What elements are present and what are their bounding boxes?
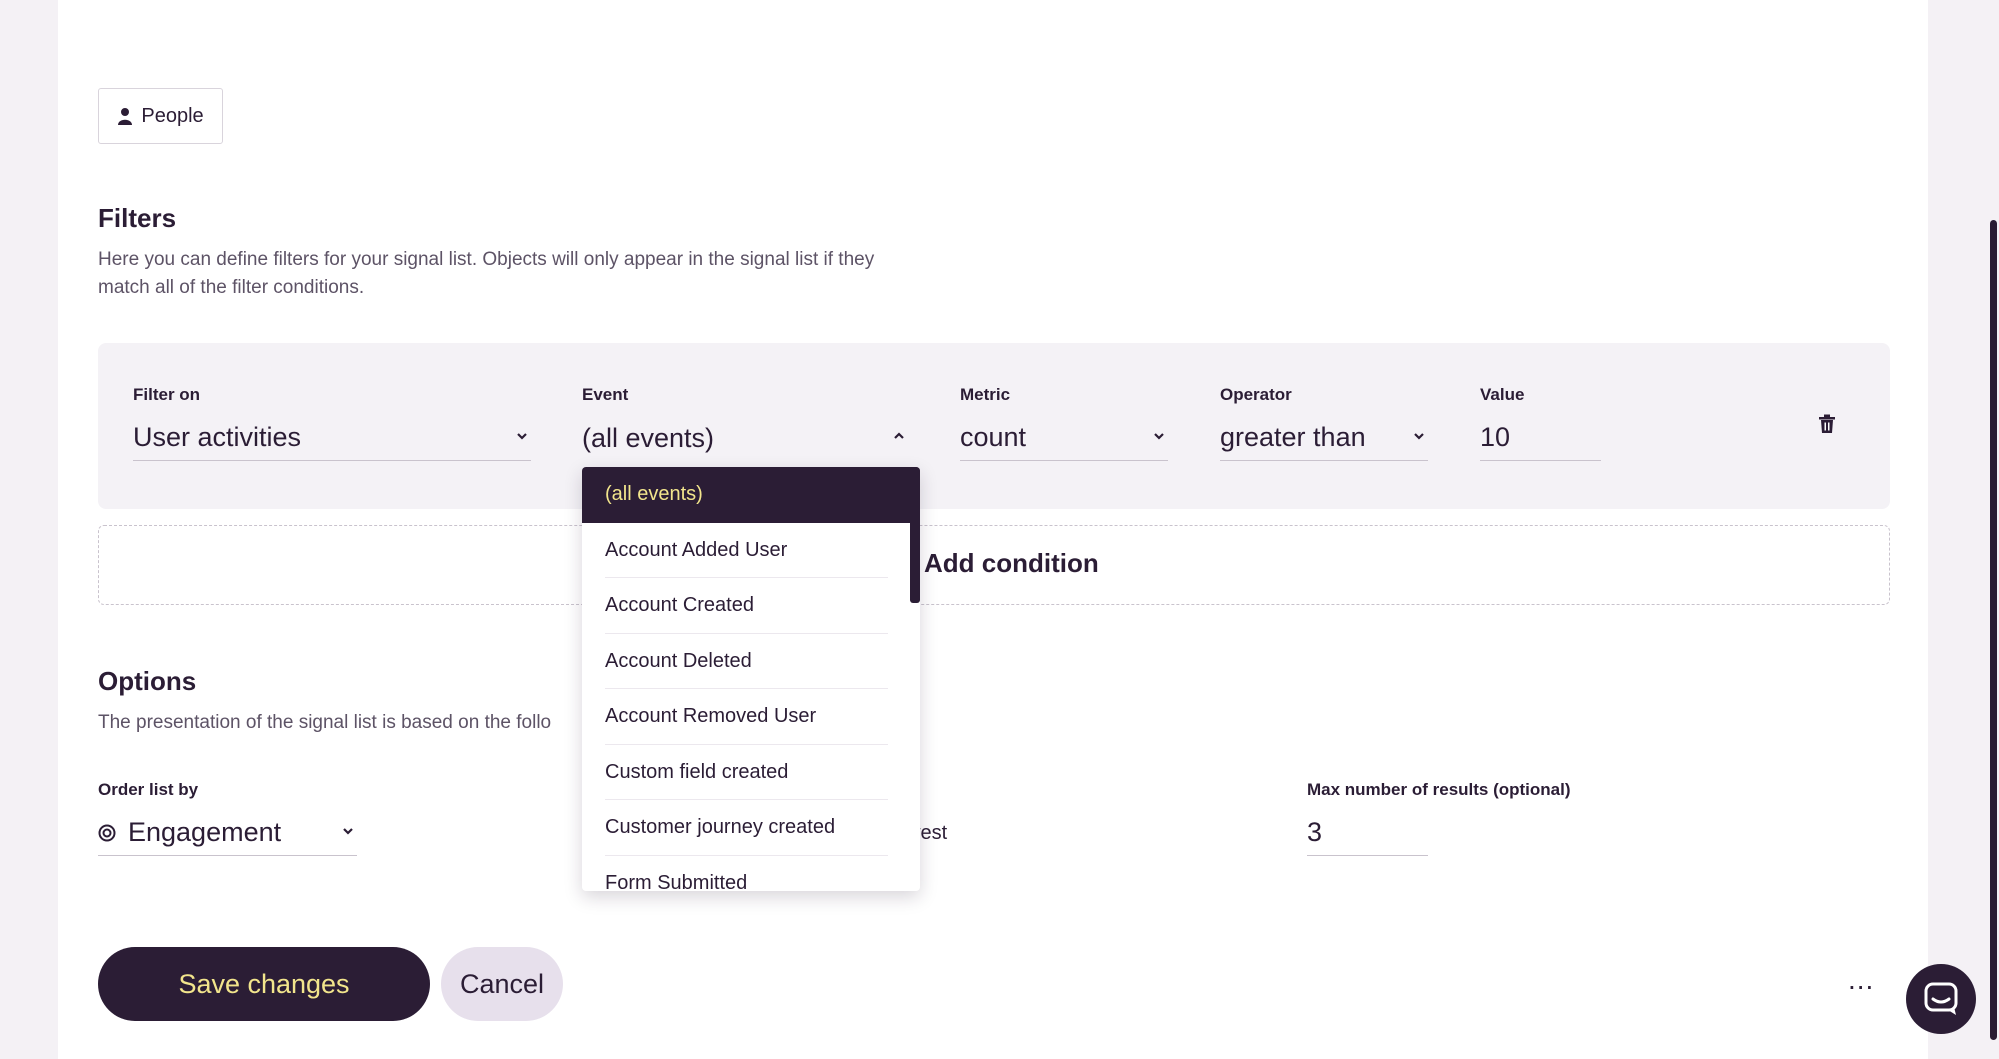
cancel-button[interactable]: Cancel — [441, 947, 563, 1021]
dropdown-option-all-events[interactable]: (all events) — [582, 467, 920, 523]
save-changes-button[interactable]: Save changes — [98, 947, 430, 1021]
dropdown-option-account-created[interactable]: Account Created — [582, 578, 920, 634]
dropdown-option-customer-journey-created[interactable]: Customer journey created — [582, 800, 920, 856]
order-by-value: Engagement — [128, 817, 282, 847]
save-changes-label: Save changes — [178, 968, 350, 999]
dropdown-option-custom-field-created[interactable]: Custom field created — [582, 745, 920, 801]
metric-select[interactable]: count — [960, 415, 1168, 461]
dropdown-scroll-thumb[interactable] — [910, 467, 920, 603]
chat-launcher-button[interactable] — [1906, 964, 1976, 1034]
value-input-text: 10 — [1480, 422, 1511, 452]
operator-label: Operator — [1220, 385, 1292, 404]
chevron-down-icon — [1154, 433, 1164, 440]
event-select[interactable]: (all events) — [582, 415, 908, 461]
max-results-label: Max number of results (optional) — [1307, 780, 1571, 799]
filter-on-value: User activities — [133, 422, 302, 452]
event-label: Event — [582, 385, 629, 404]
person-icon — [118, 108, 133, 125]
page-scroll-thumb[interactable] — [1990, 220, 1997, 1040]
operator-value: greater than — [1220, 422, 1366, 452]
more-options-button[interactable]: ... — [1848, 964, 1874, 996]
target-icon — [98, 824, 116, 841]
max-results-input[interactable]: 3 — [1307, 810, 1428, 856]
filter-on-label: Filter on — [133, 385, 201, 404]
cancel-label: Cancel — [459, 968, 545, 999]
chevron-down-icon — [517, 433, 527, 440]
max-results-value: 3 — [1307, 817, 1323, 847]
dropdown-option-account-removed-user[interactable]: Account Removed User — [582, 689, 920, 745]
dropdown-option-account-added-user[interactable]: Account Added User — [582, 523, 920, 579]
chevron-down-icon — [343, 828, 353, 835]
filters-description-line1: Here you can define filters for your sig… — [98, 249, 875, 270]
people-button-label: People — [141, 104, 204, 127]
filter-on-select[interactable]: User activities — [133, 415, 531, 461]
chat-icon — [1924, 982, 1958, 1015]
metric-value: count — [960, 422, 1027, 452]
page-scrollbar[interactable] — [1987, 0, 1999, 1059]
chevron-up-icon — [894, 432, 904, 439]
event-value: (all events) — [582, 422, 715, 453]
filters-heading: Filters — [98, 203, 177, 233]
add-condition-label: Add condition — [924, 548, 1099, 578]
order-by-select[interactable]: Engagement — [98, 810, 357, 856]
order-by-label: Order list by — [98, 780, 199, 799]
filters-description-line2: match all of the filter conditions. — [98, 277, 365, 298]
trash-icon[interactable] — [1818, 414, 1836, 434]
event-dropdown-menu: (all events) Account Added User Account … — [582, 467, 920, 891]
options-description: The presentation of the signal list is b… — [98, 712, 552, 733]
dropdown-option-account-deleted[interactable]: Account Deleted — [582, 634, 920, 690]
dropdown-option-form-submitted[interactable]: Form Submitted — [582, 856, 920, 891]
people-button[interactable]: People — [98, 88, 223, 144]
chevron-down-icon — [1414, 433, 1424, 440]
value-input[interactable]: 10 — [1480, 415, 1601, 461]
value-label: Value — [1480, 385, 1525, 404]
operator-select[interactable]: greater than — [1220, 415, 1428, 461]
options-heading: Options — [98, 666, 197, 696]
metric-label: Metric — [960, 385, 1011, 404]
